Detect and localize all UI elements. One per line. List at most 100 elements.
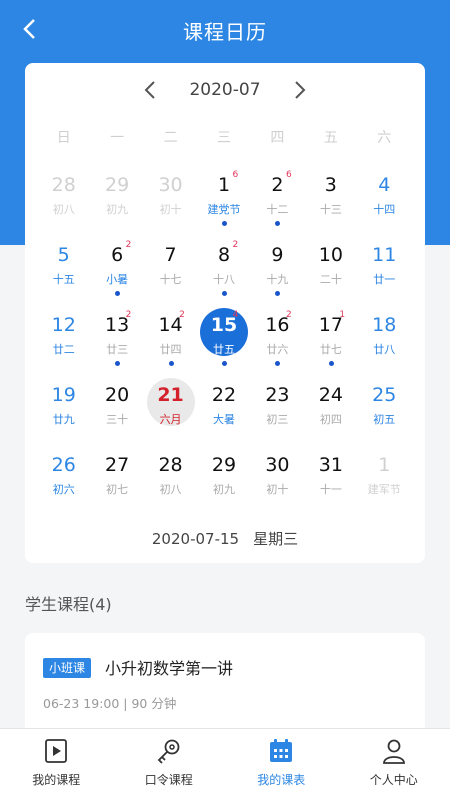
day-number: 2 <box>271 174 284 196</box>
lunar-date: 初八 <box>52 203 75 216</box>
calendar-day[interactable]: 1 建党节 6 <box>197 168 250 238</box>
course-meta: 06-23 19:00 | 90 分钟 <box>43 696 177 711</box>
lunar-date: 三十 <box>106 413 129 426</box>
course-count-badge: 4 <box>232 310 239 320</box>
tab-my-schedule[interactable]: 我的课表 <box>225 729 338 800</box>
calendar-day[interactable]: 28 初八 <box>144 448 197 518</box>
course-type-badge: 小班课 <box>43 658 92 678</box>
tab-profile[interactable]: 个人中心 <box>338 729 450 800</box>
lunar-date: 初五 <box>373 413 396 426</box>
page-title: 课程日历 <box>183 19 267 44</box>
course-card[interactable]: 小班课 小升初数学第一讲 06-23 19:00 | 90 分钟 <box>25 633 425 743</box>
lunar-date: 建党节 <box>207 203 241 216</box>
calendar-day[interactable]: 29 初九 <box>90 168 143 238</box>
calendar-day[interactable]: 17 廿七 1 <box>304 308 357 378</box>
calendar-icon <box>267 737 295 765</box>
day-number: 24 <box>318 384 343 406</box>
calendar-day[interactable]: 2 十二 6 <box>251 168 304 238</box>
calendar-day[interactable]: 26 初六 <box>37 448 90 518</box>
day-number: 12 <box>51 314 76 336</box>
day-number: 22 <box>211 384 237 406</box>
calendar-day[interactable]: 30 初十 <box>251 448 304 518</box>
calendar-day[interactable]: 9 十九 <box>251 238 304 308</box>
lunar-date: 大暑 <box>212 413 235 426</box>
selected-weekday: 星期三 <box>253 530 299 548</box>
bottom-tab-bar: 我的课程 口令课程 我的课表 个人中心 <box>0 728 450 800</box>
day-number: 11 <box>372 244 397 266</box>
course-count-badge: 2 <box>179 310 185 320</box>
weekday-label: 二 <box>163 130 178 146</box>
tab-code-courses[interactable]: 口令课程 <box>113 729 226 800</box>
tab-my-courses[interactable]: 我的课程 <box>0 729 113 800</box>
tab-label: 口令课程 <box>144 773 193 787</box>
weekday-header: 日 一 二 三 四 五 六 <box>37 127 411 147</box>
calendar-day[interactable]: 1 建军节 <box>358 448 411 518</box>
calendar-card: 2020-07 日 一 二 三 四 五 六 28 初八 29 初九 30 初十 1 建党节 6 2… <box>25 63 425 563</box>
day-number: 16 <box>265 314 290 336</box>
tab-label: 个人中心 <box>369 773 418 787</box>
lunar-date: 十九 <box>266 273 289 286</box>
day-number: 4 <box>378 174 391 196</box>
day-number: 1 <box>378 454 391 476</box>
calendar-day[interactable]: 30 初十 <box>144 168 197 238</box>
calendar-day[interactable]: 5 十五 <box>37 238 90 308</box>
course-dot-indicator <box>275 291 281 296</box>
calendar-day[interactable]: 12 廿二 <box>37 308 90 378</box>
calendar-day[interactable]: 7 十七 <box>144 238 197 308</box>
day-number: 23 <box>265 384 290 406</box>
course-dot-indicator <box>275 361 281 366</box>
course-count-badge: 2 <box>125 240 132 250</box>
calendar-day[interactable]: 27 初七 <box>90 448 143 518</box>
calendar-day[interactable]: 28 初八 <box>37 168 90 238</box>
calendar-day[interactable]: 14 廿四 2 <box>144 308 197 378</box>
calendar-day[interactable]: 20 三十 <box>90 378 143 448</box>
calendar-day[interactable]: 24 初四 <box>304 378 357 448</box>
chevron-left-icon <box>144 81 155 99</box>
calendar-day[interactable]: 31 十一 <box>304 448 357 518</box>
lunar-date: 廿五 <box>212 343 235 356</box>
next-month-button[interactable] <box>285 75 315 105</box>
course-count-badge: 6 <box>232 170 239 180</box>
calendar-day[interactable]: 3 十三 <box>304 168 357 238</box>
calendar-day[interactable]: 23 初三 <box>251 378 304 448</box>
calendar-day[interactable]: 22 大暑 <box>197 378 250 448</box>
calendar-day[interactable]: 16 廿六 2 <box>251 308 304 378</box>
chevron-left-icon <box>23 19 35 39</box>
calendar-day[interactable]: 4 十四 <box>358 168 411 238</box>
course-count-badge: 2 <box>125 310 132 320</box>
calendar-day-selected[interactable]: 15 廿五 4 <box>197 308 250 378</box>
calendar-day[interactable]: 13 廿三 2 <box>90 308 143 378</box>
course-count-badge: 1 <box>339 310 346 320</box>
calendar-day[interactable]: 25 初五 <box>358 378 411 448</box>
calendar-day[interactable]: 8 十八 2 <box>197 238 250 308</box>
video-icon <box>42 737 70 765</box>
calendar-day[interactable]: 10 二十 <box>304 238 357 308</box>
calendar-day[interactable]: 29 初九 <box>197 448 250 518</box>
calendar-day[interactable]: 19 廿九 <box>37 378 90 448</box>
lunar-date: 十二 <box>266 203 289 216</box>
back-button[interactable] <box>14 14 44 44</box>
lunar-date: 初八 <box>159 483 182 496</box>
lunar-date: 十一 <box>319 483 342 496</box>
day-number: 27 <box>105 454 130 476</box>
chevron-right-icon <box>295 81 306 99</box>
prev-month-button[interactable] <box>135 75 165 105</box>
course-name: 小升初数学第一讲 <box>105 659 234 678</box>
weekday-label: 四 <box>270 130 285 146</box>
user-icon <box>380 737 408 765</box>
lunar-date: 初十 <box>266 483 289 496</box>
lunar-date: 十八 <box>212 273 235 286</box>
calendar-day[interactable]: 11 廿一 <box>358 238 411 308</box>
weekday-label: 日 <box>56 130 71 146</box>
day-number: 31 <box>318 454 343 476</box>
month-navigator: 2020-07 <box>25 75 425 105</box>
lunar-date: 初七 <box>106 483 129 496</box>
lunar-date: 初九 <box>106 203 129 216</box>
day-number: 20 <box>105 384 130 406</box>
calendar-day[interactable]: 6 小暑 2 <box>90 238 143 308</box>
course-dot-indicator <box>221 361 227 366</box>
calendar-day-today[interactable]: 21 六月 <box>144 378 197 448</box>
day-number: 5 <box>57 244 70 266</box>
calendar-day[interactable]: 18 廿八 <box>358 308 411 378</box>
lunar-date: 廿二 <box>52 343 75 356</box>
